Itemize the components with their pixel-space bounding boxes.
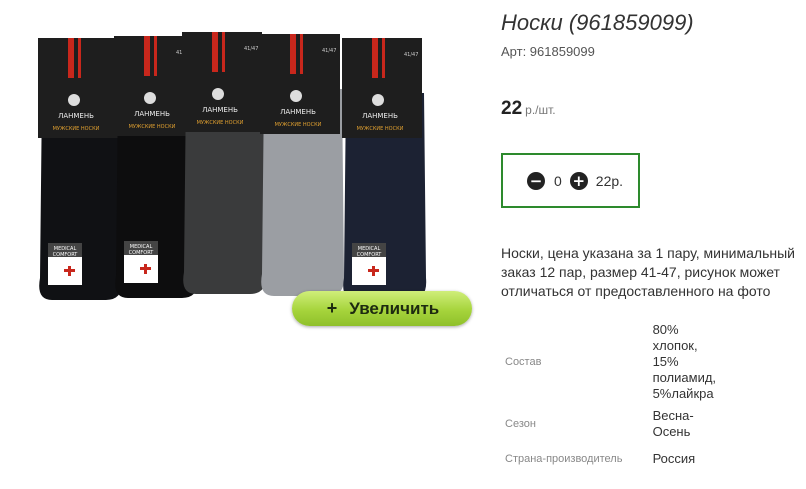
package-stripe <box>68 38 74 78</box>
property-name: Сезон <box>505 418 536 430</box>
line-total: 22р. <box>595 172 624 189</box>
plus-icon: + <box>326 298 338 318</box>
badge-text: COMFORT <box>357 252 383 258</box>
zoom-button-label: Увеличить <box>349 298 440 318</box>
size-label: 41/47 <box>244 46 258 52</box>
product-title: Носки (961859099) <box>501 10 694 35</box>
decrease-quantity-button[interactable]: − <box>527 171 545 190</box>
package-stripe <box>300 34 303 74</box>
product-description: Носки, цена указана за 1 пару, минимальн… <box>501 245 795 299</box>
size-label: 41/47 <box>404 52 418 58</box>
minus-icon: − <box>529 171 543 190</box>
brand-logo-icon <box>212 88 224 100</box>
zoom-button[interactable]: + Увеличить <box>292 291 472 326</box>
package-stripe <box>212 32 218 72</box>
package-subtitle: МУЖСКИЕ НОСКИ <box>197 120 244 126</box>
brand-text: ЛАНМЕНЬ <box>280 108 316 116</box>
package-subtitle: МУЖСКИЕ НОСКИ <box>129 124 176 130</box>
sock-package: ЛАНМЕНЬМУЖСКИЕ НОСКИ41/47MEDICALCOMFORT <box>342 38 427 300</box>
price-unit: р./шт. <box>525 103 556 117</box>
property-row: Страна-производитель Россия <box>501 444 721 474</box>
price-value: 22 <box>501 98 523 119</box>
brand-text: ЛАНМЕНЬ <box>202 106 238 114</box>
package-subtitle: МУЖСКИЕ НОСКИ <box>53 126 100 132</box>
package-stripe <box>222 32 225 72</box>
property-row: Состав 80% хлопок, 15% полиамид, 5%лайкр… <box>501 320 721 404</box>
product-properties-table: Состав 80% хлопок, 15% полиамид, 5%лайкр… <box>501 320 721 474</box>
size-label: 41/47 <box>322 48 336 54</box>
package-stripe <box>78 38 81 78</box>
property-name: Страна-производитель <box>505 453 623 465</box>
property-value: Весна-Осень <box>652 408 694 439</box>
product-photo[interactable]: ЛАНМЕНЬ МУЖСКИЕ НОСКИ MEDICAL COMFORT ЛАНМЕН… <box>30 28 470 318</box>
brand-logo-icon <box>144 92 156 104</box>
plus-icon: + <box>572 171 586 190</box>
package-subtitle: МУЖСКИЕ НОСКИ <box>275 122 322 128</box>
brand-text: ЛАНМЕНЬ <box>362 112 398 120</box>
package-stripe <box>290 34 296 74</box>
property-name: Состав <box>505 356 542 368</box>
sock-package: ЛАНМЕНЬМУЖСКИЕ НОСКИMEDICALCOMFORT <box>38 38 123 300</box>
badge-text: COMFORT <box>53 252 79 258</box>
red-cross-icon <box>140 267 151 270</box>
red-cross-icon <box>64 269 75 272</box>
product-price: 22 р./шт. <box>501 98 556 120</box>
sock-package: ЛАНМЕНЬ МУЖСКИЕ НОСКИ 41/47 <box>182 32 267 294</box>
package-stripe <box>154 36 157 76</box>
brand-text: ЛАНМЕНЬ <box>134 110 170 118</box>
package-stripe <box>372 38 378 78</box>
package-stripe <box>382 38 385 78</box>
brand-logo-icon <box>290 90 302 102</box>
socks-illustration: ЛАНМЕНЬМУЖСКИЕ НОСКИMEDICALCOMFORTЛАНМЕН… <box>38 32 427 300</box>
product-page: ЛАНМЕНЬ МУЖСКИЕ НОСКИ MEDICAL COMFORT ЛАНМЕН… <box>0 0 806 489</box>
sock-package: ЛАНМЕНЬ МУЖСКИЕ НОСКИ 41/47 <box>260 34 345 296</box>
product-article: Арт: 961859099 <box>501 44 595 59</box>
package-stripe <box>144 36 150 76</box>
package-subtitle: МУЖСКИЕ НОСКИ <box>357 126 404 132</box>
quantity-value: 0 <box>554 172 562 189</box>
brand-logo-icon <box>68 94 80 106</box>
property-value: Россия <box>652 451 696 466</box>
property-row: Сезон Весна-Осень <box>501 404 721 444</box>
red-cross-icon <box>368 269 379 272</box>
badge-text: COMFORT <box>129 250 155 256</box>
brand-logo-icon <box>372 94 384 106</box>
property-value: 80% хлопок, 15% полиамид, 5%лайкра <box>652 322 717 401</box>
increase-quantity-button[interactable]: + <box>569 171 588 190</box>
quantity-selector: − 0 + 22р. <box>501 153 640 208</box>
brand-text: ЛАНМЕНЬ <box>58 112 94 120</box>
